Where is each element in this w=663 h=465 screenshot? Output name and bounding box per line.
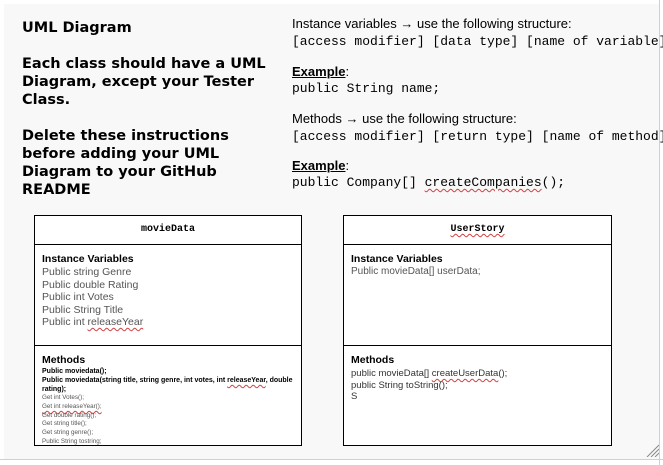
ivars-heading: Instance variables → use the following s… <box>292 16 572 31</box>
moviedata-method: Get int releaseYear(); <box>42 402 102 410</box>
moviedata-method: Public String tostring; <box>42 437 102 445</box>
ivars-example-code: public String name; <box>292 81 441 96</box>
moviedata-method: Get int Votes(); <box>42 394 84 401</box>
userstory-method-tostring: public String toString(); <box>351 379 448 391</box>
userstory-methods: Methods public movieData[] createUserDat… <box>344 346 611 444</box>
instructions-title: UML Diagram <box>22 20 132 36</box>
userstory-method-create-a: public movieData[] <box>351 368 432 379</box>
ivars-example: Example: public String name; <box>292 64 652 97</box>
ivars-example-label-row: Example: <box>292 64 652 80</box>
moviedata-methods: Methods Public moviedata(); Public movie… <box>35 346 301 445</box>
userstory-instance-variables: Instance Variables Public movieData[] us… <box>344 245 611 346</box>
ivars-instructions: Instance variables → use the following s… <box>292 16 663 50</box>
ivars-example-label: Example <box>292 64 346 79</box>
userstory-methods-title: Methods <box>351 354 395 366</box>
moviedata-methods-title: Methods <box>42 354 86 366</box>
methods-example-code: public Company[] createCompanies(); <box>292 175 652 191</box>
userstory-method-create: public movieData[] createUserData(); <box>351 368 604 380</box>
methods-heading: Methods → use the following structure: <box>292 111 517 126</box>
uml-class-userstory[interactable]: UserStory Instance Variables Public movi… <box>343 215 612 446</box>
methods-example-colon: : <box>345 158 350 173</box>
ivars-example-colon: : <box>345 64 350 79</box>
moviedata-ivar-release-year: Public int releaseYear <box>42 316 294 329</box>
page-edge-bottom <box>0 459 663 460</box>
moviedata-ivar: Public string Genre <box>42 266 132 278</box>
constructor-params-b: releaseYear <box>227 377 266 384</box>
userstory-method-create-c: (); <box>498 368 508 379</box>
methods-example-label: Example <box>292 158 346 173</box>
uml-class-moviedata[interactable]: movieData Instance Variables Public stri… <box>34 215 302 446</box>
moviedata-ivar: Public String Title <box>42 303 124 316</box>
class-name-userstory-text: UserStory <box>450 224 505 235</box>
class-name-userstory: UserStory <box>344 216 611 245</box>
instructions-delete-note: Delete these instructions before adding … <box>22 128 229 198</box>
class-name-moviedata: movieData <box>35 216 301 245</box>
userstory-ivars-title: Instance Variables <box>351 253 443 265</box>
constructor-params-a: Public moviedata(string title, string ge… <box>42 377 228 384</box>
moviedata-method: Get double rating(); <box>42 411 97 419</box>
moviedata-ivar-prefix: Public int <box>42 316 88 328</box>
methods-example-code-c: (); <box>541 175 566 190</box>
moviedata-method-constructor-params: Public moviedata(string title, string ge… <box>42 376 294 394</box>
page-edge-right <box>659 0 660 465</box>
moviedata-method: Get string genre(); <box>42 429 94 437</box>
ivars-structure: [access modifier] [data type] [name of v… <box>292 34 663 49</box>
userstory-ivar: Public movieData[] userData; <box>351 266 481 277</box>
instructions-left: UML Diagram Each class should have a UML… <box>22 19 280 199</box>
moviedata-ivar: Public double Rating <box>42 278 139 291</box>
methods-example-code-a: public Company[] <box>292 175 425 190</box>
moviedata-method-constructor: Public moviedata(); <box>42 368 107 375</box>
moviedata-ivars-title: Instance Variables <box>42 253 134 265</box>
methods-instructions: Methods → use the following structure: [… <box>292 111 663 145</box>
methods-example-code-b: createCompanies <box>424 175 542 190</box>
moviedata-ivar: Public int Votes <box>42 291 114 303</box>
moviedata-ivar-name: releaseYear <box>87 316 144 328</box>
userstory-method-partial: S <box>351 391 358 402</box>
methods-example: Example: public Company[] createCompanie… <box>292 158 652 191</box>
resize-grip-icon[interactable] <box>645 443 659 457</box>
methods-structure: [access modifier] [return type] [name of… <box>292 129 663 144</box>
userstory-method-create-b: createUserData <box>431 368 499 379</box>
moviedata-method: Get string title(); <box>42 420 87 428</box>
instructions-uml-requirement: Each class should have a UML Diagram, ex… <box>22 56 266 108</box>
moviedata-instance-variables: Instance Variables Public string Genre P… <box>35 245 301 346</box>
methods-example-label-row: Example: <box>292 158 652 174</box>
